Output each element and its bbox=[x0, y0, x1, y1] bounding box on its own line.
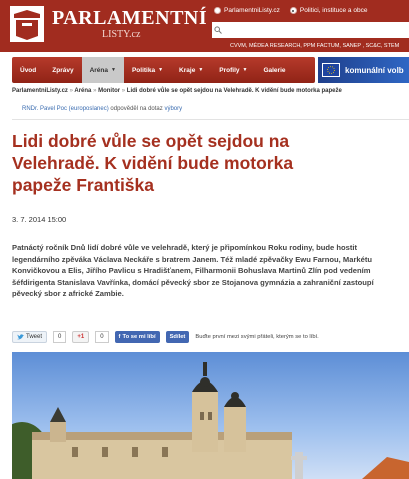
scope-option-label: ParlamentniListy.cz bbox=[224, 7, 280, 14]
search-scope: ParlamentniListy.cz Politici, instituce … bbox=[214, 7, 367, 14]
nav-label: Aréna bbox=[89, 66, 109, 74]
nav-label: Úvod bbox=[20, 66, 37, 74]
social-bar: Tweet 0 +1 0 f To se mi líbí Sdílet Buďt… bbox=[12, 330, 319, 344]
nav-item-profily[interactable]: Profily ▼ bbox=[211, 57, 255, 83]
scope-option-politicians[interactable]: Politici, instituce a obce bbox=[289, 7, 368, 14]
site-header: PARLAMENTNÍ LISTY.cz ParlamentniListy.cz… bbox=[0, 0, 409, 52]
qa-ticker: RNDr. Pavel Poc (europoslanec) odpověděl… bbox=[22, 106, 182, 112]
chevron-down-icon: ▼ bbox=[242, 67, 248, 73]
article-date: 3. 7. 2014 15:00 bbox=[12, 215, 67, 224]
logo-subtitle: LISTY.cz bbox=[102, 29, 141, 40]
basilica-image bbox=[12, 362, 409, 479]
article-photo bbox=[12, 352, 409, 479]
site-logo[interactable]: PARLAMENTNÍ LISTY.cz bbox=[6, 3, 207, 47]
breadcrumb: ParlamentniListy.cz » Aréna » Monitor » … bbox=[12, 88, 342, 94]
tweet-button[interactable]: Tweet bbox=[12, 331, 48, 343]
radio-icon[interactable] bbox=[214, 7, 221, 14]
search-icon bbox=[214, 26, 222, 34]
qa-text: odpověděl na dotaz bbox=[110, 106, 163, 112]
fb-like-label: To se mi líbí bbox=[122, 334, 156, 340]
twitter-icon bbox=[17, 334, 24, 340]
chevron-down-icon: ▼ bbox=[111, 67, 116, 73]
facebook-icon: f bbox=[118, 334, 121, 340]
nav-label: Politika bbox=[131, 66, 156, 74]
breadcrumb-current: Lidi dobré vůle se opět sejdou na Velehr… bbox=[126, 88, 342, 94]
tweet-label: Tweet bbox=[26, 334, 43, 340]
logo-title: PARLAMENTNÍ bbox=[52, 7, 208, 29]
fb-share-button[interactable]: Sdílet bbox=[165, 331, 190, 343]
flag-icon bbox=[322, 63, 340, 77]
nav-item-politika[interactable]: Politika ▼ bbox=[124, 57, 171, 83]
qa-person-link[interactable]: RNDr. Pavel Poc (europoslanec) bbox=[22, 106, 109, 112]
nav-item-arena[interactable]: Aréna ▼ bbox=[81, 57, 124, 83]
nav-label: Kraje bbox=[179, 66, 196, 74]
logo-emblem-icon bbox=[10, 6, 44, 42]
breadcrumb-item[interactable]: ParlamentniListy.cz bbox=[12, 88, 68, 94]
elections-banner[interactable]: komunální volb bbox=[318, 57, 409, 83]
breadcrumb-separator: » bbox=[93, 88, 97, 94]
breadcrumb-separator: » bbox=[121, 88, 126, 94]
chevron-down-icon: ▼ bbox=[198, 67, 204, 73]
gplus-count: 0 bbox=[95, 331, 109, 343]
breadcrumb-item[interactable]: Aréna bbox=[74, 88, 91, 94]
gplus-button[interactable]: +1 bbox=[72, 331, 90, 343]
nav-item-galerie[interactable]: Galerie bbox=[255, 57, 293, 83]
nav-label: Galerie bbox=[263, 66, 286, 74]
fb-like-button[interactable]: f To se mi líbí bbox=[114, 331, 160, 343]
partners-line: CVVM, MÉDEA RESEARCH, PPM FACTUM, SANEP … bbox=[230, 43, 400, 49]
nav-item-kraje[interactable]: Kraje ▼ bbox=[171, 57, 211, 83]
article-title: Lidi dobré vůle se opět sejdou na Velehr… bbox=[12, 131, 294, 195]
nav-item-zpravy[interactable]: Zprávy bbox=[44, 57, 81, 83]
radio-selected-icon[interactable] bbox=[289, 7, 297, 14]
banner-label: komunální volb bbox=[345, 65, 404, 75]
nav-label: Zprávy bbox=[52, 66, 74, 74]
nav-bar: Úvod Zprávy Aréna ▼ Politika ▼ Kraje ▼ Prof… bbox=[12, 57, 315, 83]
qa-topic-link[interactable]: výbory bbox=[164, 106, 182, 112]
nav-item-uvod[interactable]: Úvod bbox=[12, 57, 44, 83]
search-input[interactable] bbox=[212, 22, 409, 38]
main-nav: Úvod Zprávy Aréna ▼ Politika ▼ Kraje ▼ Prof… bbox=[0, 52, 409, 86]
breadcrumb-separator: » bbox=[69, 88, 73, 94]
chevron-down-icon: ▼ bbox=[158, 67, 164, 73]
scope-option-label: Politici, instituce a obce bbox=[299, 7, 368, 14]
fb-social-text: Buďte první mezi svými přáteli, kterým s… bbox=[195, 334, 319, 340]
article-lead: Patnáctý ročník Dnů lidí dobré vůle ve v… bbox=[12, 243, 374, 298]
tweet-count: 0 bbox=[53, 331, 67, 343]
divider bbox=[12, 119, 409, 120]
scope-option-site[interactable]: ParlamentniListy.cz bbox=[214, 7, 280, 14]
search-button[interactable] bbox=[212, 22, 224, 38]
nav-label: Profily bbox=[219, 66, 240, 74]
breadcrumb-item[interactable]: Monitor bbox=[98, 88, 120, 94]
